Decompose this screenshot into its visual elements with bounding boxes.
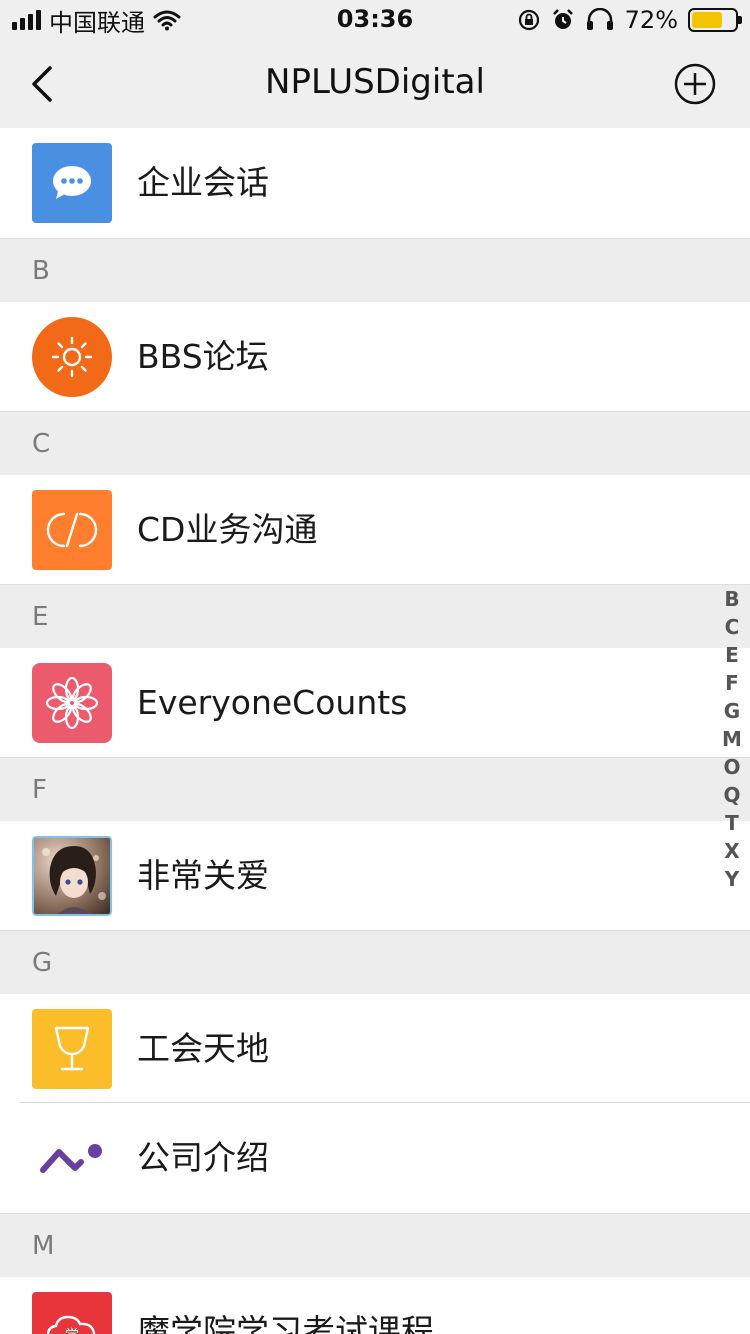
battery-icon [688,8,742,32]
section-letter: C [32,429,51,459]
section-header-e: E [0,584,750,648]
section-header-b: B [0,238,750,302]
section-letter: G [32,948,53,978]
list-item-enterprise-chat[interactable]: 企业会话 [0,128,750,238]
alphabet-index-bar[interactable]: BCEFGMOQTXY [720,585,744,893]
list-item-label: 企业会话 [137,163,269,202]
list-item-union[interactable]: 工会天地 [0,994,750,1103]
index-letter-q[interactable]: Q [723,781,740,809]
chat-bubble-icon [32,143,112,223]
list-item-learning[interactable]: 学 魔学院学习考试课程 [0,1277,750,1334]
index-letter-y[interactable]: Y [725,865,739,893]
index-letter-t[interactable]: T [725,809,739,837]
nav-bar: NPLUSDigital [0,40,750,128]
add-circle-icon[interactable] [674,63,716,105]
battery-percent: 72% [624,6,678,34]
section-header-f: F [0,757,750,821]
index-letter-m[interactable]: M [722,725,742,753]
sun-icon [32,317,112,397]
avatar [32,836,112,916]
list-item-care[interactable]: 非常关爱 [0,821,750,930]
section-letter: M [32,1231,55,1261]
svg-text:学: 学 [65,1328,79,1334]
headphones-icon [586,8,613,30]
list-item-everyonecounts[interactable]: EveryoneCounts [0,648,750,757]
section-header-m: M [0,1213,750,1277]
index-letter-c[interactable]: C [725,613,740,641]
list-item-label: 非常关爱 [137,856,269,895]
status-bar: 中国联通 03:36 72% [0,0,750,40]
section-letter: F [32,775,47,805]
list-item-bbs[interactable]: BBS论坛 [0,302,750,411]
cloud-logo-icon: 学 [32,1292,112,1334]
page-title: NPLUSDigital [265,62,485,102]
section-letter: B [32,256,50,286]
index-letter-o[interactable]: O [723,753,740,781]
list-item-label: 工会天地 [137,1029,269,1068]
index-letter-g[interactable]: G [724,697,740,725]
list-item-label: EveryoneCounts [137,683,408,722]
status-right: 72% [517,6,742,34]
list-item-company-intro[interactable]: 公司介绍 [0,1103,750,1213]
list-item-label: 公司介绍 [137,1138,269,1177]
index-letter-f[interactable]: F [725,669,739,697]
list-item-cd[interactable]: CD业务沟通 [0,475,750,584]
list-item-label: 魔学院学习考试课程 [137,1312,434,1334]
list-item-label: BBS论坛 [137,337,269,376]
section-letter: E [32,602,49,632]
cd-logo-icon [32,490,112,570]
section-header-g: G [0,930,750,994]
flower-icon [32,663,112,743]
index-letter-x[interactable]: X [724,837,739,865]
trophy-icon [32,1009,112,1089]
list-item-label: CD业务沟通 [137,510,318,549]
index-letter-e[interactable]: E [725,641,739,669]
company-logo-icon [32,1118,112,1198]
index-letter-b[interactable]: B [724,585,739,613]
rotation-lock-icon [518,9,539,31]
contact-list: 企业会话 B BBS论坛 C CD业务沟通 E EveryoneCounts F… [0,128,750,1334]
battery-level-fill [692,12,723,28]
alarm-icon [552,9,573,29]
avatar-photo [32,836,112,916]
section-header-c: C [0,411,750,475]
